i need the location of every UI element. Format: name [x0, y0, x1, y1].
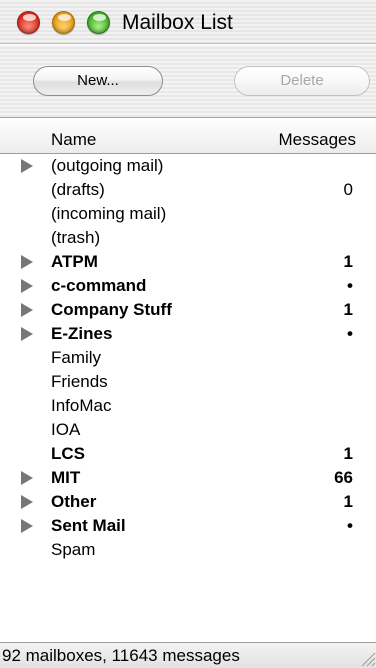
- mailbox-name: LCS: [51, 444, 85, 463]
- mailbox-row[interactable]: (trash): [0, 226, 376, 250]
- mailbox-name: Company Stuff: [51, 300, 172, 319]
- resize-grip-icon[interactable]: [354, 645, 376, 667]
- mailbox-name: (trash): [51, 228, 101, 247]
- mailbox-name: InfoMac: [51, 396, 112, 415]
- mailbox-name: E-Zines: [51, 324, 113, 343]
- mailbox-message-count: 1: [343, 444, 353, 463]
- mailbox-name: IOA: [51, 420, 81, 439]
- mailbox-row[interactable]: Other 1: [0, 490, 376, 514]
- mailbox-name: Spam: [51, 540, 96, 559]
- mailbox-list[interactable]: (outgoing mail) (drafts) 0 (incoming mail) (…: [0, 154, 376, 642]
- title-bar[interactable]: Mailbox List: [0, 0, 376, 44]
- mailbox-row[interactable]: (drafts) 0: [0, 178, 376, 202]
- disclosure-triangle-icon[interactable]: [21, 255, 33, 269]
- delete-mailbox-button[interactable]: Delete: [234, 66, 370, 96]
- status-bar: 92 mailboxes, 11643 messages: [0, 642, 376, 668]
- mailbox-message-count: •: [347, 324, 353, 343]
- mailbox-message-count: 1: [343, 252, 353, 271]
- mailbox-name: ATPM: [51, 252, 98, 271]
- disclosure-triangle-icon[interactable]: [21, 327, 33, 341]
- mailbox-row[interactable]: c-command •: [0, 274, 376, 298]
- mailbox-list-window: Mailbox List New... Delete Name Messages…: [0, 0, 376, 668]
- mailbox-message-count: 1: [343, 492, 353, 511]
- mailbox-message-count: •: [347, 276, 353, 295]
- column-header-messages[interactable]: Messages: [279, 130, 356, 150]
- disclosure-triangle-icon[interactable]: [21, 519, 33, 533]
- disclosure-triangle-icon[interactable]: [21, 495, 33, 509]
- disclosure-triangle-icon[interactable]: [21, 279, 33, 293]
- mailbox-row[interactable]: E-Zines •: [0, 322, 376, 346]
- mailbox-row[interactable]: InfoMac: [0, 394, 376, 418]
- mailbox-message-count: 1: [343, 300, 353, 319]
- toolbar: New... Delete: [0, 45, 376, 117]
- mailbox-name: c-command: [51, 276, 147, 295]
- mailbox-name: (drafts): [51, 180, 105, 199]
- mailbox-name: Other: [51, 492, 97, 511]
- mailbox-name: (incoming mail): [51, 204, 167, 223]
- mailbox-name: MIT: [51, 468, 81, 487]
- zoom-window-button[interactable]: [87, 11, 110, 34]
- mailbox-name: Sent Mail: [51, 516, 126, 535]
- mailbox-row[interactable]: Sent Mail •: [0, 514, 376, 538]
- column-header-name[interactable]: Name: [51, 130, 96, 150]
- disclosure-triangle-icon[interactable]: [21, 303, 33, 317]
- mailbox-row[interactable]: MIT 66: [0, 466, 376, 490]
- mailbox-row[interactable]: Company Stuff 1: [0, 298, 376, 322]
- mailbox-name: (outgoing mail): [51, 156, 164, 175]
- mailbox-name: Friends: [51, 372, 108, 391]
- minimize-window-button[interactable]: [52, 11, 75, 34]
- mailbox-message-count: 0: [343, 180, 353, 199]
- disclosure-triangle-icon[interactable]: [21, 159, 33, 173]
- mailbox-row[interactable]: Spam: [0, 538, 376, 562]
- mailbox-row[interactable]: IOA: [0, 418, 376, 442]
- mailbox-message-count: 66: [334, 468, 353, 487]
- status-text: 92 mailboxes, 11643 messages: [2, 646, 240, 665]
- mailbox-row[interactable]: LCS 1: [0, 442, 376, 466]
- mailbox-message-count: •: [347, 516, 353, 535]
- mailbox-name: Family: [51, 348, 102, 367]
- mailbox-row[interactable]: (incoming mail): [0, 202, 376, 226]
- mailbox-row[interactable]: Family: [0, 346, 376, 370]
- column-header: Name Messages: [0, 117, 376, 154]
- mailbox-row[interactable]: ATPM 1: [0, 250, 376, 274]
- mailbox-row[interactable]: Friends: [0, 370, 376, 394]
- mailbox-row[interactable]: (outgoing mail): [0, 154, 376, 178]
- window-title: Mailbox List: [122, 11, 233, 34]
- disclosure-triangle-icon[interactable]: [21, 471, 33, 485]
- new-mailbox-button[interactable]: New...: [33, 66, 163, 96]
- close-window-button[interactable]: [17, 11, 40, 34]
